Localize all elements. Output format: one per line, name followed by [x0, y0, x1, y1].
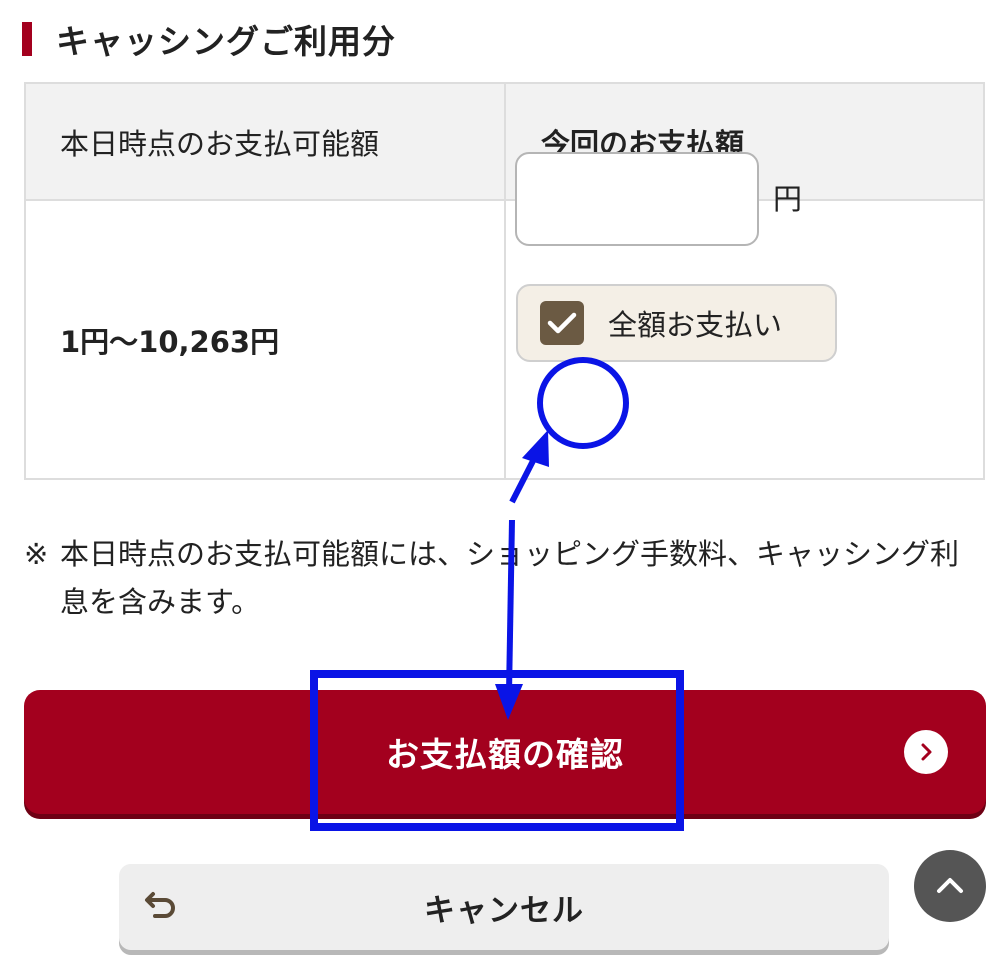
cancel-button[interactable]: キャンセル [119, 864, 889, 950]
note-mark: ※ [24, 537, 49, 571]
cancel-button-label: キャンセル [424, 892, 584, 929]
full-payment-label: 全額お支払い [608, 308, 783, 342]
chevron-up-icon [937, 878, 963, 893]
return-arrow-icon [145, 892, 175, 918]
header-available-amount: 本日時点のお支払可能額 [26, 84, 506, 201]
checkmark-icon [547, 312, 577, 334]
payment-note: ※ 本日時点のお支払可能額には、ショッピング手数料、キャッシング利息を含みます。 [24, 530, 984, 626]
page-top-button[interactable] [914, 850, 986, 922]
payment-table: 本日時点のお支払可能額 今回のお支払額 1円〜10,263円 [24, 82, 985, 480]
note-text: 本日時点のお支払可能額には、ショッピング手数料、キャッシング利息を含みます。 [60, 537, 960, 619]
payment-page: キャッシングご利用分 本日時点のお支払可能額 今回のお支払額 1円〜10,263… [0, 0, 1002, 961]
section-accent-bar [22, 22, 32, 56]
section-header: キャッシングご利用分 [22, 14, 396, 64]
yen-unit-label: 円 [773, 182, 803, 216]
chevron-right-circle-icon [904, 730, 948, 774]
full-payment-checkbox-button[interactable]: 全額お支払い [516, 284, 837, 362]
confirm-button-label: お支払額の確認 [386, 735, 624, 774]
confirm-payment-button[interactable]: お支払額の確認 [24, 690, 986, 814]
available-amount-range: 1円〜10,263円 [26, 201, 506, 478]
section-title: キャッシングご利用分 [56, 22, 396, 61]
full-payment-checkbox[interactable] [540, 301, 584, 345]
payment-amount-input[interactable] [515, 152, 759, 246]
